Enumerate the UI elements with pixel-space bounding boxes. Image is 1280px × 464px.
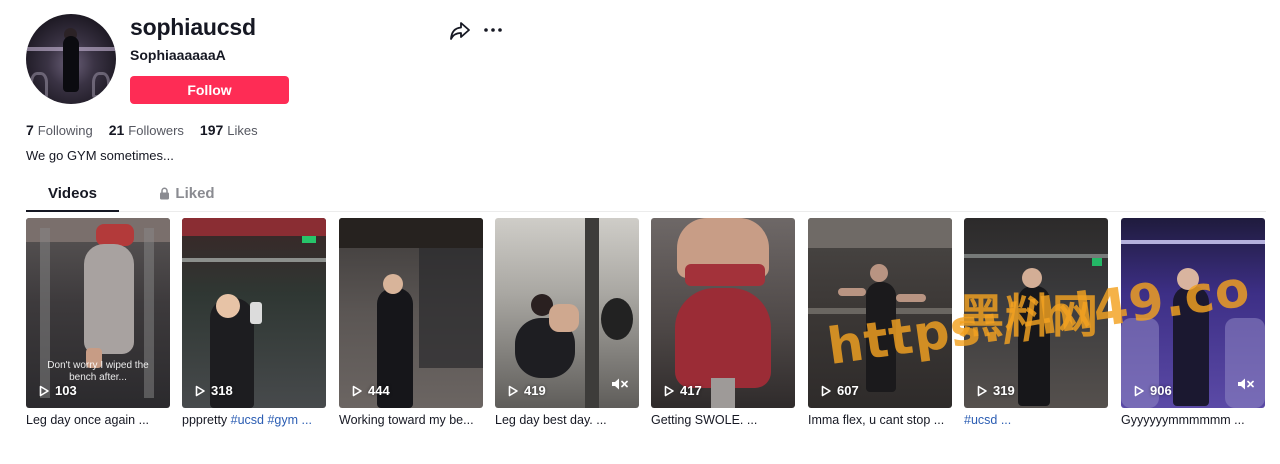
caption-text: Gyyyyyymmmmmm ... — [1121, 413, 1245, 427]
video-caption[interactable]: #ucsd ... — [964, 413, 1108, 427]
video-thumbnail[interactable]: 906 — [1121, 218, 1265, 408]
view-count-value: 318 — [211, 383, 233, 398]
video-thumbnail[interactable]: 319 — [964, 218, 1108, 408]
view-count: 444 — [351, 383, 390, 398]
video-caption[interactable]: Getting SWOLE. ... — [651, 413, 795, 427]
avatar[interactable] — [26, 14, 116, 104]
video-card[interactable]: 906 Gyyyyyymmmmmm ... — [1121, 218, 1265, 427]
video-card[interactable]: 417 Getting SWOLE. ... — [651, 218, 795, 427]
caption-text: Leg day best day. ... — [495, 413, 607, 427]
tab-liked[interactable]: Liked — [139, 182, 235, 211]
view-count-value: 419 — [524, 383, 546, 398]
caption-text: Imma flex, u cant stop ... — [808, 413, 945, 427]
view-count: 417 — [663, 383, 702, 398]
tab-videos-label: Videos — [48, 185, 97, 202]
tab-liked-label: Liked — [175, 185, 215, 202]
caption-text: Working toward my be... — [339, 413, 474, 427]
mute-icon[interactable] — [611, 377, 629, 396]
followers-label: Followers — [128, 123, 184, 138]
view-count: 607 — [820, 383, 859, 398]
video-thumbnail[interactable]: 318 — [182, 218, 326, 408]
following-count: 7 — [26, 122, 34, 138]
view-count-value: 607 — [837, 383, 859, 398]
play-icon — [39, 385, 49, 396]
bio: We go GYM sometimes... — [26, 148, 174, 163]
video-caption[interactable]: Leg day best day. ... — [495, 413, 639, 427]
avatar-bike — [30, 72, 48, 98]
follow-button[interactable]: Follow — [130, 76, 289, 104]
video-card[interactable]: 319 #ucsd ... — [964, 218, 1108, 427]
following-label: Following — [37, 123, 93, 138]
stat-following[interactable]: 7 Following — [26, 122, 93, 138]
video-thumbnail[interactable]: 607 — [808, 218, 952, 408]
view-count: 103 — [38, 383, 77, 398]
play-icon — [352, 385, 362, 396]
view-count-value: 103 — [55, 383, 77, 398]
overlay-text: Don't worry I wiped the bench after... — [47, 360, 149, 383]
video-thumbnail[interactable]: Don't worry I wiped the bench after... 1… — [26, 218, 170, 408]
caption-hashtags[interactable]: #ucsd #gym ... — [231, 413, 312, 427]
mute-icon[interactable] — [1237, 377, 1255, 396]
video-card[interactable]: 419 Leg day best day. ... — [495, 218, 639, 427]
video-caption[interactable]: pppretty #ucsd #gym ... — [182, 413, 326, 427]
view-count-value: 906 — [1150, 383, 1172, 398]
video-thumbnail[interactable]: 444 — [339, 218, 483, 408]
caption-text: pppretty — [182, 413, 231, 427]
play-icon — [195, 385, 205, 396]
stat-likes: 197 Likes — [200, 122, 258, 138]
play-icon — [1134, 385, 1144, 396]
video-card[interactable]: Don't worry I wiped the bench after... 1… — [26, 218, 170, 427]
video-card[interactable]: 318 pppretty #ucsd #gym ... — [182, 218, 326, 427]
video-card[interactable]: 607 Imma flex, u cant stop ... — [808, 218, 952, 427]
followers-count: 21 — [108, 122, 125, 138]
caption-text: Leg day once again ... — [26, 413, 150, 427]
view-count-value: 417 — [680, 383, 702, 398]
video-caption[interactable]: Gyyyyyymmmmmm ... — [1121, 413, 1265, 427]
caption-text: Getting SWOLE. ... — [651, 413, 758, 427]
play-icon — [977, 385, 987, 396]
video-thumbnail[interactable]: 419 — [495, 218, 639, 408]
play-icon — [508, 385, 518, 396]
profile-tabs: Videos Liked — [26, 182, 1266, 212]
likes-label: Likes — [227, 123, 258, 138]
caption-hashtags[interactable]: #ucsd ... — [964, 413, 1011, 427]
username: sophiaucsd — [130, 14, 256, 40]
view-count: 318 — [194, 383, 233, 398]
stat-followers[interactable]: 21 Followers — [109, 122, 184, 138]
video-card[interactable]: 444 Working toward my be... — [339, 218, 483, 427]
view-count: 319 — [976, 383, 1015, 398]
profile-stats: 7 Following 21 Followers 197 Likes — [26, 122, 258, 138]
avatar-bike — [92, 72, 110, 98]
share-icon[interactable] — [448, 20, 472, 42]
view-count: 906 — [1133, 383, 1172, 398]
video-caption[interactable]: Imma flex, u cant stop ... — [808, 413, 952, 427]
nickname: SophiaaaaaaA — [130, 47, 226, 63]
video-thumbnail[interactable]: 417 — [651, 218, 795, 408]
likes-count: 197 — [199, 122, 224, 138]
avatar-figure — [63, 36, 79, 92]
video-caption[interactable]: Leg day once again ... — [26, 413, 170, 427]
lock-icon — [160, 187, 170, 200]
view-count-value: 444 — [368, 383, 390, 398]
more-icon[interactable] — [482, 19, 504, 41]
view-count-value: 319 — [993, 383, 1015, 398]
play-icon — [664, 385, 674, 396]
video-caption[interactable]: Working toward my be... — [339, 413, 483, 427]
tab-videos[interactable]: Videos — [26, 182, 119, 212]
view-count: 419 — [507, 383, 546, 398]
play-icon — [821, 385, 831, 396]
